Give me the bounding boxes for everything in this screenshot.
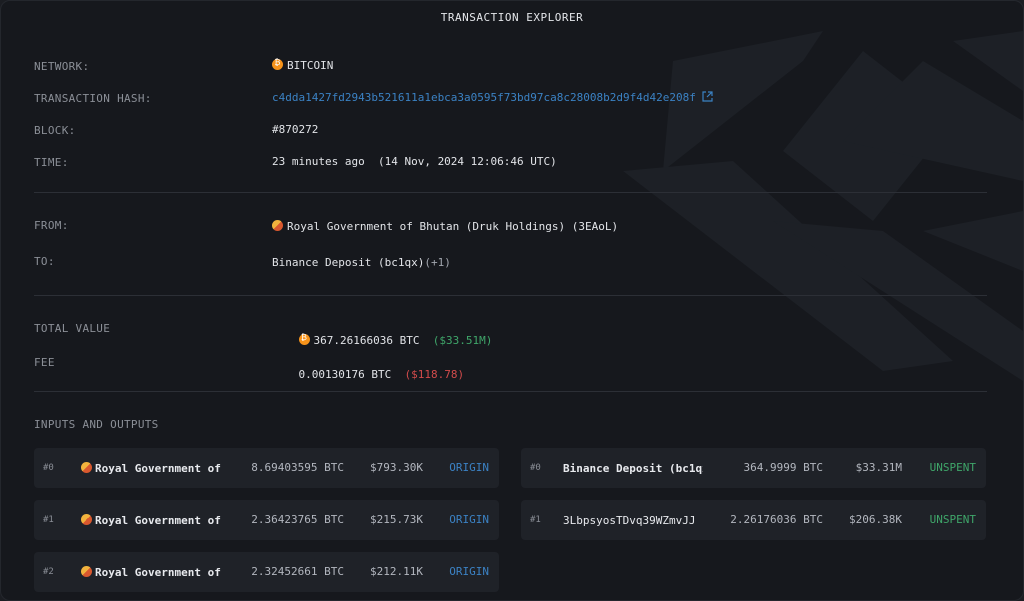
network-value-row: BITCOIN [272,58,334,72]
time-value: 23 minutes ago (14 Nov, 2024 12:06:46 UT… [272,155,557,168]
output-usd: $33.31M [855,461,902,474]
bitcoin-icon [298,333,310,345]
network-label: NETWORK: [34,60,90,73]
input-entity-name[interactable]: Royal Government of Bhutan [95,462,227,475]
input-row[interactable]: #1 Royal Government of Bhutan 2.36423765… [34,500,499,540]
from-label: FROM: [34,219,69,232]
total-value-btc: 367.26166036 BTC [313,334,420,347]
input-entity[interactable]: Royal Government of Bhutan [81,566,227,579]
total-value-usd: ($33.51M) [432,334,493,347]
to-value[interactable]: Binance Deposit (bc1qx) [272,256,424,269]
io-heading: INPUTS AND OUTPUTS [34,418,159,431]
bhutan-flag-icon [81,566,92,577]
block-value[interactable]: #870272 [272,123,318,136]
output-amount: 2.26176036 BTC [730,513,823,526]
output-row[interactable]: #1 3LbpsyosTDvq39WZmvJJ 2.26176036 BTC $… [521,500,986,540]
from-row[interactable]: Royal Government of Bhutan (Druk Holding… [272,220,618,233]
arkham-watermark-icon [623,31,1023,381]
output-address[interactable]: 3LbpsyosTDvq39WZmvJJ [563,514,703,527]
from-value[interactable]: Royal Government of Bhutan (Druk Holding… [287,220,618,233]
divider [34,295,987,296]
time-label: TIME: [34,156,69,169]
input-usd: $793.30K [370,461,423,474]
hash-label: TRANSACTION HASH: [34,92,152,105]
divider [34,391,987,392]
input-amount: 2.32452661 BTC [251,565,344,578]
transaction-explorer-panel: TRANSACTION EXPLORER NETWORK: BITCOIN TR… [0,0,1024,601]
input-entity[interactable]: Royal Government of Bhutan [81,462,227,475]
fee-usd: ($118.78) [404,368,465,381]
fee-label: FEE [34,356,55,369]
bitcoin-icon [272,58,283,70]
total-value-label: TOTAL VALUE [34,322,111,335]
input-entity-name[interactable]: Royal Government of Bhutan [95,514,227,527]
output-usd: $206.38K [849,513,902,526]
page-title: TRANSACTION EXPLORER [440,11,584,24]
input-status[interactable]: ORIGIN [449,513,489,526]
divider [34,192,987,193]
input-index: #1 [43,515,54,525]
output-amount: 364.9999 BTC [743,461,823,474]
transaction-hash-link[interactable]: c4dda1427fd2943b521611a1ebca3a0595f73bd9… [272,91,696,104]
input-row[interactable]: #0 Royal Government of Bhutan 8.69403595… [34,448,499,488]
bhutan-flag-icon [81,462,92,473]
input-usd: $215.73K [370,513,423,526]
output-index: #0 [530,463,541,473]
network-value: BITCOIN [287,59,334,72]
input-amount: 8.69403595 BTC [251,461,344,474]
output-row[interactable]: #0 Binance Deposit (bc1qx) 364.9999 BTC … [521,448,986,488]
to-label: TO: [34,255,55,268]
input-amount: 2.36423765 BTC [251,513,344,526]
input-usd: $212.11K [370,565,423,578]
input-status[interactable]: ORIGIN [449,565,489,578]
input-status[interactable]: ORIGIN [449,461,489,474]
hash-row[interactable]: c4dda1427fd2943b521611a1ebca3a0595f73bd9… [272,91,713,104]
external-link-icon[interactable] [702,91,713,102]
output-index: #1 [530,515,541,525]
input-index: #2 [43,567,54,577]
fee-row: 0.00130176 BTC ($118.78) [272,355,465,394]
block-label: BLOCK: [34,124,76,137]
bhutan-flag-icon [272,220,283,231]
input-row[interactable]: #2 Royal Government of Bhutan 2.32452661… [34,552,499,592]
input-entity-name[interactable]: Royal Government of Bhutan [95,566,227,579]
output-entity[interactable]: Binance Deposit (bc1qx) [563,462,703,475]
input-index: #0 [43,463,54,473]
output-status[interactable]: UNSPENT [930,461,976,474]
to-extra-count[interactable]: (+1) [424,256,451,269]
input-entity[interactable]: Royal Government of Bhutan [81,514,227,527]
to-row[interactable]: Binance Deposit (bc1qx)(+1) [272,256,451,269]
bhutan-flag-icon [81,514,92,525]
fee-btc: 0.00130176 BTC [298,368,392,381]
output-status[interactable]: UNSPENT [930,513,976,526]
